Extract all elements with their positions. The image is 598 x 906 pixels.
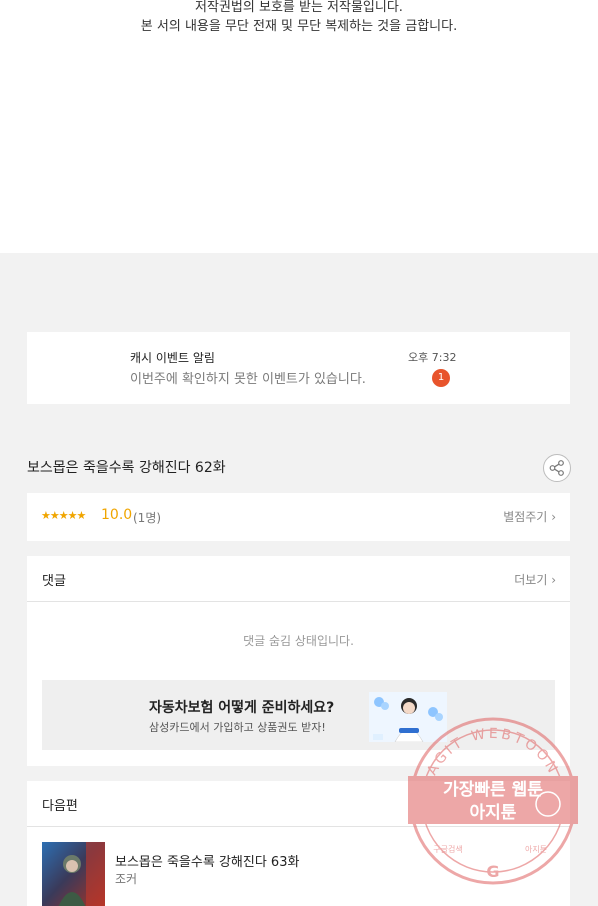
copyright-line-2: 본 서의 내용을 무단 전재 및 무단 복제하는 것을 금합니다. — [140, 19, 458, 34]
comments-more-label: 더보기 — [514, 573, 548, 587]
next-episode-card: 다음편 보스몹은 죽을수록 강해진다 63화 조커 — [27, 781, 570, 906]
copyright-notice: 저작권법의 보호를 받는 저작물입니다. 본 서의 내용을 무단 전재 및 무단… — [0, 0, 598, 253]
chevron-right-icon: › — [551, 573, 556, 587]
comments-more-button[interactable]: 더보기 › — [514, 571, 556, 588]
chevron-right-icon: › — [551, 510, 556, 524]
rating-count: (1명) — [133, 511, 162, 525]
rate-button[interactable]: 별점주기 › — [503, 508, 556, 525]
ad-subtitle: 삼성카드에서 가입하고 상품권도 받자! — [149, 721, 326, 734]
ad-model-image — [369, 692, 447, 742]
alarm-message: 이번주에 확인하지 못한 이벤트가 있습니다. — [130, 372, 366, 387]
comments-hidden-message: 댓글 숨김 상태입니다. — [243, 634, 354, 648]
alarm-count-badge: 1 — [432, 369, 450, 387]
share-button[interactable] — [543, 454, 571, 482]
next-episode-thumbnail[interactable] — [42, 842, 105, 906]
cash-event-alarm[interactable]: 캐시 이벤트 알림 이번주에 확인하지 못한 이벤트가 있습니다. 오후 7:3… — [27, 332, 570, 404]
copyright-line-1: 저작권법의 보호를 받는 저작물입니다. — [195, 0, 403, 15]
comments-card: 댓글 더보기 › 댓글 숨김 상태입니다. 자동차보험 어떻게 준비하세요? 삼… — [27, 556, 570, 766]
rating-stars: ★★★★★ — [41, 509, 86, 522]
comments-label: 댓글 — [42, 574, 66, 589]
episode-title: 보스몹은 죽을수록 강해진다 62화 — [27, 460, 226, 476]
alarm-title: 캐시 이벤트 알림 — [130, 351, 215, 365]
alarm-time: 오후 7:32 — [408, 351, 457, 364]
next-episode-header: 다음편 — [27, 781, 570, 827]
next-episode-title[interactable]: 보스몹은 죽을수록 강해진다 63화 — [115, 851, 299, 870]
rate-button-label: 별점주기 — [503, 510, 548, 524]
rating-score: 10.0 — [101, 507, 133, 523]
next-episode-label: 다음편 — [42, 799, 78, 814]
ad-title: 자동차보험 어떻게 준비하세요? — [149, 700, 335, 716]
next-episode-author: 조커 — [115, 872, 138, 886]
comments-header: 댓글 더보기 › — [27, 556, 570, 602]
share-icon — [549, 460, 564, 476]
ad-banner[interactable]: 자동차보험 어떻게 준비하세요? 삼성카드에서 가입하고 상품권도 받자! — [42, 680, 555, 750]
rating-card: ★★★★★ 10.0 (1명) 별점주기 › — [27, 493, 570, 541]
